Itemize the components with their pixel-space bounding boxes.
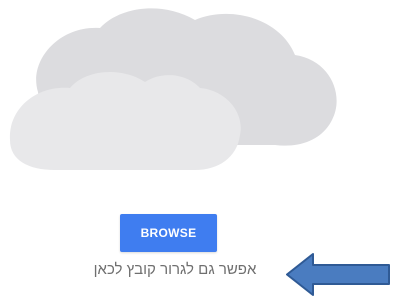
- cloud-icon: [9, 8, 337, 170]
- upload-dropzone[interactable]: BROWSE אפשר גם לגרור קובץ לכאן: [0, 0, 393, 299]
- left-arrow-annotation-icon: [286, 253, 390, 296]
- drop-hint-text: אפשר גם לגרור קובץ לכאן: [93, 261, 257, 278]
- browse-button[interactable]: BROWSE: [120, 214, 217, 252]
